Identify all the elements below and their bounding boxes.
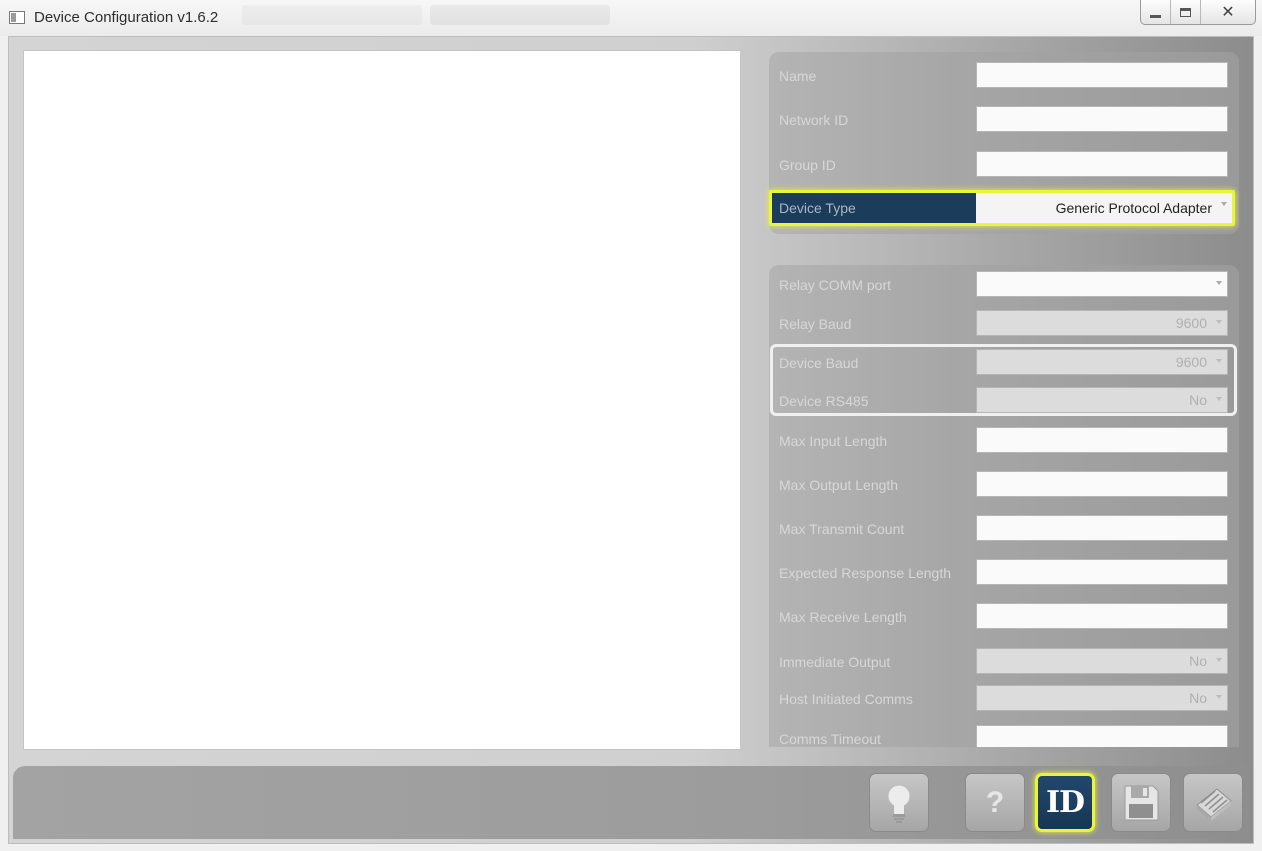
- device-rs485-label: Device RS485: [779, 393, 869, 409]
- group-id-label: Group ID: [779, 157, 836, 173]
- relay-baud-value: 9600: [1175, 315, 1207, 331]
- device-type-value: Generic Protocol Adapter: [1055, 200, 1212, 216]
- host-initiated-comms-dropdown[interactable]: No: [976, 685, 1228, 711]
- max-output-length-field[interactable]: [976, 471, 1228, 497]
- max-output-length-row: Max Output Length: [769, 471, 1239, 499]
- minimize-button[interactable]: [1141, 0, 1171, 24]
- host-initiated-comms-label: Host Initiated Comms: [779, 691, 913, 707]
- device-rs485-value: No: [1189, 392, 1207, 408]
- max-transmit-count-field[interactable]: [976, 515, 1228, 541]
- device-type-label: Device Type: [779, 200, 856, 216]
- chevron-down-icon: [1216, 281, 1222, 285]
- title-bar: Device Configuration v1.6.2 ✕: [0, 0, 1262, 36]
- max-input-length-label: Max Input Length: [779, 433, 888, 449]
- relay-baud-row: Relay Baud 9600: [769, 310, 1239, 338]
- comms-timeout-field[interactable]: [976, 725, 1228, 747]
- network-id-field[interactable]: [976, 106, 1228, 132]
- relay-comm-port-row: Relay COMM port: [769, 271, 1239, 299]
- immediate-output-value: No: [1189, 653, 1207, 669]
- window-controls: ✕: [1140, 0, 1256, 25]
- chevron-down-icon: [1216, 658, 1222, 662]
- expected-response-length-label: Expected Response Length: [779, 565, 952, 581]
- help-button[interactable]: ?: [965, 773, 1025, 832]
- comms-timeout-row: Comms Timeout: [769, 725, 1239, 747]
- expected-response-length-field[interactable]: [976, 559, 1228, 585]
- close-button[interactable]: ✕: [1201, 0, 1255, 24]
- chevron-down-icon: [1216, 695, 1222, 699]
- max-input-length-row: Max Input Length: [769, 427, 1239, 455]
- minimize-icon: [1150, 14, 1161, 18]
- bottom-toolbar: ? ID: [13, 766, 1249, 839]
- name-row: Name: [769, 62, 1239, 90]
- comm-settings-panel: Relay COMM port Relay Baud 9600 Device B…: [769, 265, 1239, 747]
- max-receive-length-label: Max Receive Length: [779, 609, 907, 625]
- device-id-button[interactable]: ID: [1035, 773, 1095, 832]
- immediate-output-row: Immediate Output No: [769, 648, 1239, 676]
- name-label: Name: [779, 68, 817, 84]
- lightbulb-icon: [887, 784, 911, 823]
- id-icon: ID: [1045, 785, 1085, 820]
- chevron-down-icon: [1216, 359, 1222, 363]
- window-title: Device Configuration v1.6.2: [34, 9, 219, 26]
- group-id-row: Group ID: [769, 151, 1239, 179]
- device-baud-row: Device Baud 9600: [769, 349, 1239, 377]
- firmware-button[interactable]: [1183, 773, 1243, 832]
- save-button[interactable]: [1111, 773, 1171, 832]
- device-type-dropdown[interactable]: Generic Protocol Adapter: [976, 193, 1232, 223]
- immediate-output-label: Immediate Output: [779, 654, 891, 670]
- device-baud-value: 9600: [1175, 354, 1207, 370]
- maximize-icon: [1180, 7, 1191, 17]
- group-id-field[interactable]: [976, 151, 1228, 177]
- max-receive-length-row: Max Receive Length: [769, 603, 1239, 631]
- device-rs485-row: Device RS485 No: [769, 387, 1239, 415]
- app-icon: [9, 11, 25, 24]
- device-identity-panel: Name Network ID Group ID Device Type Gen…: [769, 52, 1239, 234]
- host-initiated-comms-value: No: [1189, 690, 1207, 706]
- device-baud-dropdown[interactable]: 9600: [976, 349, 1228, 375]
- host-initiated-comms-row: Host Initiated Comms No: [769, 685, 1239, 713]
- relay-baud-label: Relay Baud: [779, 316, 852, 332]
- help-icon: ?: [985, 785, 1005, 819]
- chip-icon: [1196, 787, 1232, 821]
- relay-baud-dropdown[interactable]: 9600: [976, 310, 1228, 336]
- background-tab: [242, 5, 422, 25]
- max-receive-length-field[interactable]: [976, 603, 1228, 629]
- network-id-label: Network ID: [779, 112, 849, 128]
- tips-button[interactable]: [869, 773, 929, 832]
- device-baud-label: Device Baud: [779, 355, 859, 371]
- network-id-row: Network ID: [769, 106, 1239, 134]
- max-output-length-label: Max Output Length: [779, 477, 899, 493]
- comms-timeout-label: Comms Timeout: [779, 731, 881, 747]
- max-input-length-field[interactable]: [976, 427, 1228, 453]
- chevron-down-icon: [1221, 202, 1227, 206]
- maximize-button[interactable]: [1171, 0, 1201, 24]
- immediate-output-dropdown[interactable]: No: [976, 648, 1228, 674]
- preview-canvas[interactable]: [23, 50, 741, 750]
- main-area: Name Network ID Group ID Device Type Gen…: [8, 36, 1254, 844]
- floppy-disk-icon: [1124, 785, 1159, 820]
- expected-response-length-row: Expected Response Length: [769, 559, 1239, 587]
- relay-comm-port-dropdown[interactable]: [976, 271, 1228, 297]
- background-tab: [430, 5, 610, 25]
- relay-comm-port-label: Relay COMM port: [779, 277, 892, 293]
- chevron-down-icon: [1216, 397, 1222, 401]
- max-transmit-count-row: Max Transmit Count: [769, 515, 1239, 543]
- close-icon: ✕: [1221, 4, 1235, 21]
- max-transmit-count-label: Max Transmit Count: [779, 521, 905, 537]
- device-rs485-dropdown[interactable]: No: [976, 387, 1228, 413]
- name-field[interactable]: [976, 62, 1228, 88]
- device-type-row: Device Type Generic Protocol Adapter: [769, 190, 1235, 226]
- chevron-down-icon: [1216, 320, 1222, 324]
